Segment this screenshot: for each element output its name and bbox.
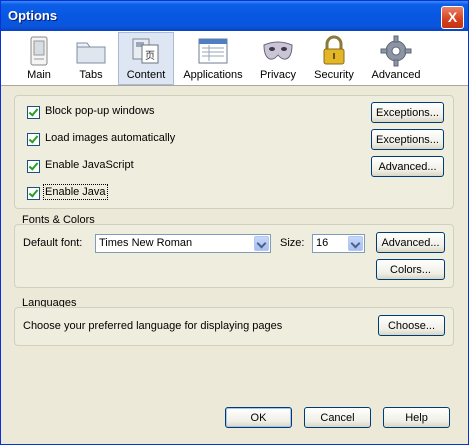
default-font-label: Default font: [23,237,83,249]
content-options-group: Block pop-up windows Load images automat… [14,95,454,209]
tab-advanced-label: Advanced [371,69,421,81]
checkbox-label: Load images automatically [45,132,176,144]
colors-button[interactable]: Colors... [376,259,445,280]
close-button[interactable]: X [441,6,464,29]
font-size-select[interactable]: 16 [312,234,365,253]
privacy-mask-icon [263,41,293,60]
tab-security[interactable]: Security [309,33,359,83]
checkbox-box[interactable] [27,187,40,200]
fonts-advanced-button[interactable]: Advanced... [376,232,445,253]
tab-main[interactable]: Main [15,33,63,83]
checkbox-box[interactable] [27,160,40,173]
tab-security-label: Security [314,69,354,81]
gear-icon [380,35,412,67]
options-toolbar: Main Tabs 页 Content Applications Privacy… [1,31,468,86]
tab-privacy-label: Privacy [259,69,297,81]
languages-description: Choose your preferred language for displ… [23,320,283,332]
help-button[interactable]: Help [383,407,450,428]
tab-content[interactable]: 页 Content [118,32,174,85]
choose-language-button[interactable]: Choose... [378,315,445,336]
tab-advanced[interactable]: Advanced [365,33,427,83]
chevron-down-icon[interactable] [348,236,363,251]
content-pane: Block pop-up windows Load images automat… [1,86,468,444]
default-font-select[interactable]: Times New Roman [95,234,271,253]
tab-tabs-label: Tabs [79,69,103,81]
tab-main-label: Main [27,69,51,81]
javascript-advanced-button[interactable]: Advanced... [371,156,444,177]
main-icon [30,36,48,66]
popup-exceptions-button[interactable]: Exceptions... [371,102,444,123]
fonts-colors-group: Default font: Times New Roman Size: 16 A… [14,224,454,288]
tab-applications-label: Applications [183,69,243,81]
close-icon: X [447,9,458,25]
languages-group: Choose your preferred language for displ… [14,307,454,346]
checkbox-label: Enable JavaScript [45,159,134,171]
svg-text:页: 页 [145,50,155,62]
tab-applications[interactable]: Applications [179,33,247,83]
window-title: Options [8,8,58,23]
ok-button[interactable]: OK [225,407,292,428]
tabs-icon [76,42,106,64]
default-font-value: Times New Roman [99,237,193,249]
tab-tabs[interactable]: Tabs [69,33,113,83]
applications-icon [198,38,228,64]
checkbox-box[interactable] [27,133,40,146]
padlock-icon [323,35,345,65]
images-exceptions-button[interactable]: Exceptions... [371,129,444,150]
options-window: Options X Main Tabs 页 Content Applicatio… [0,0,469,445]
chevron-down-icon[interactable] [254,236,269,251]
tab-privacy[interactable]: Privacy [253,33,303,83]
tab-content-label: Content [126,69,166,81]
checkbox-box[interactable] [27,106,40,119]
font-size-value: 16 [316,237,329,249]
checkbox-label: Block pop-up windows [45,105,155,117]
cancel-button[interactable]: Cancel [304,407,371,428]
title-bar[interactable]: Options X [1,1,468,31]
size-label: Size: [280,237,305,249]
content-icon: 页 [132,38,159,64]
checkbox-label: Enable Java [43,184,108,200]
